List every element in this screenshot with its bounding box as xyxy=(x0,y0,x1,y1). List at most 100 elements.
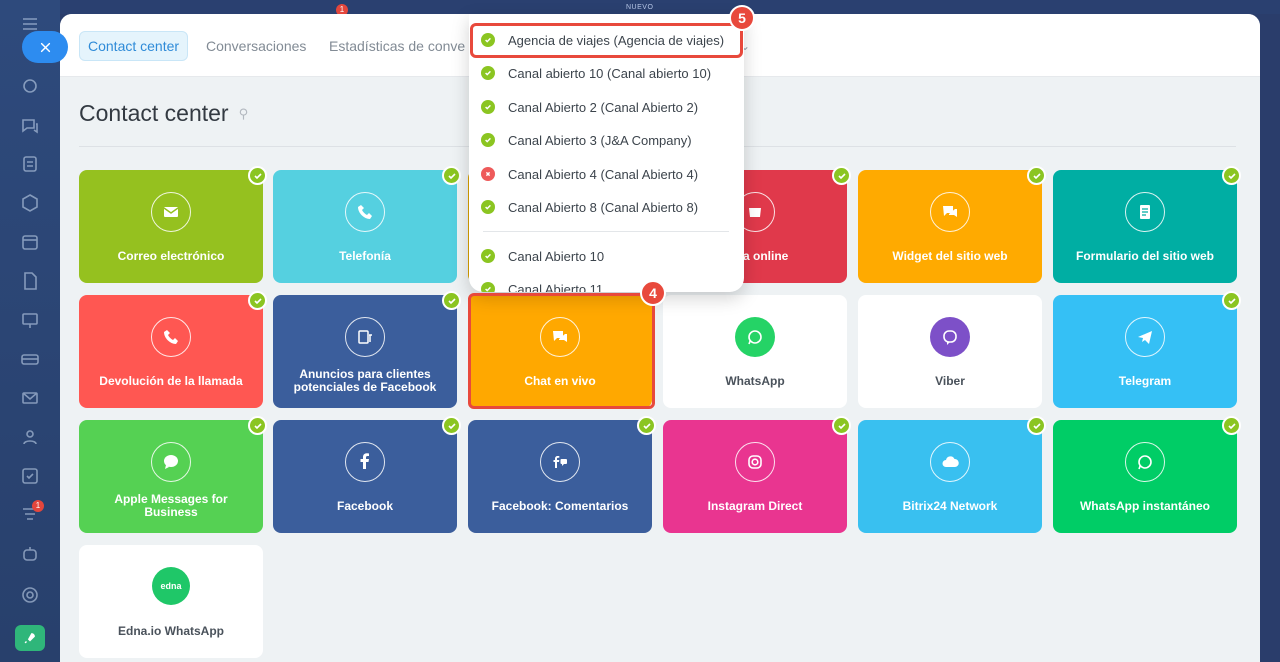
tile-label: Chat en vivo xyxy=(524,374,596,388)
instagram-icon xyxy=(735,442,775,482)
tab-conversaciones[interactable]: Conversaciones xyxy=(198,31,314,61)
tile-whatsapp[interactable]: WhatsApp xyxy=(663,295,847,408)
check-icon xyxy=(1222,291,1241,310)
dropdown-item-label: Canal Abierto 3 (J&A Company) xyxy=(508,132,692,148)
chat-icon xyxy=(540,317,580,357)
dropdown-item-label: Canal Abierto 4 (Canal Abierto 4) xyxy=(508,166,699,182)
pin-icon[interactable]: ⚲ xyxy=(239,106,249,122)
tile-label: WhatsApp xyxy=(725,374,785,388)
contacts-icon[interactable] xyxy=(20,427,40,447)
tile-label: Widget del sitio web xyxy=(892,249,1008,263)
tile-apple-messages[interactable]: Apple Messages for Business xyxy=(79,416,267,533)
form-icon xyxy=(1125,192,1165,232)
tile-viber[interactable]: Viber xyxy=(858,295,1042,408)
edna-logo-text: edna xyxy=(160,581,182,591)
crm-icon[interactable] xyxy=(20,193,40,213)
dropdown-item[interactable]: Canal Abierto 10 xyxy=(469,241,744,271)
dropdown-item-label: Canal Abierto 11 xyxy=(508,281,604,293)
edna-logo-icon: edna xyxy=(152,567,190,605)
tile-label: Edna.io WhatsApp xyxy=(118,624,224,638)
check-icon xyxy=(832,166,851,185)
callback-icon xyxy=(151,317,191,357)
status-ok-icon xyxy=(481,200,495,214)
tile-label: Facebook xyxy=(336,499,393,513)
annotation-step-5: 5 xyxy=(729,5,755,31)
check-icon xyxy=(832,416,851,435)
check-icon xyxy=(442,166,461,185)
check-icon xyxy=(442,416,461,435)
settings-icon[interactable] xyxy=(20,585,40,605)
tile-label: Apple Messages for Business xyxy=(114,492,228,519)
robot-icon[interactable] xyxy=(20,544,40,564)
rocket-icon[interactable] xyxy=(15,625,45,651)
phone-icon xyxy=(345,192,385,232)
tile-edna-whatsapp[interactable]: edna Edna.io WhatsApp xyxy=(79,545,263,658)
status-ok-icon xyxy=(481,133,495,147)
documents-icon[interactable] xyxy=(20,271,40,291)
chat-icon[interactable] xyxy=(20,116,40,136)
fb-leads-icon xyxy=(345,317,385,357)
dropdown-item-label: Canal Abierto 2 (Canal Abierto 2) xyxy=(508,99,699,115)
notification-badge: 1 xyxy=(32,500,44,512)
dropdown-item-label: Canal Abierto 8 (Canal Abierto 8) xyxy=(508,199,699,215)
telegram-icon xyxy=(1125,317,1165,357)
board-icon[interactable] xyxy=(20,310,40,330)
check-icon xyxy=(248,166,267,185)
calendar-icon[interactable] xyxy=(20,232,40,252)
tile-facebook-comentarios[interactable]: Facebook: Comentarios xyxy=(468,416,656,533)
check-icon xyxy=(637,416,656,435)
close-icon xyxy=(40,42,50,52)
status-ok-icon xyxy=(481,249,495,263)
mail-icon[interactable] xyxy=(20,388,40,408)
check-icon xyxy=(1027,166,1046,185)
dropdown-divider xyxy=(483,231,729,232)
tile-bitrix24-network[interactable]: Bitrix24 Network xyxy=(858,416,1046,533)
mail-icon xyxy=(151,192,191,232)
tile-label: Instagram Direct xyxy=(707,499,803,513)
close-button[interactable] xyxy=(22,31,68,63)
background-header: 1 NUEVO xyxy=(60,0,1280,16)
status-ok-icon xyxy=(481,282,495,292)
tab-estadisticas[interactable]: Estadísticas de conve xyxy=(321,31,473,61)
dropdown-item[interactable]: Canal Abierto 11 xyxy=(469,274,744,292)
dropdown-item[interactable]: Canal Abierto 3 (J&A Company) xyxy=(469,125,744,155)
tile-devolucion-llamada[interactable]: Devolución de la llamada xyxy=(79,291,267,408)
tile-label: Formulario del sitio web xyxy=(1075,249,1215,263)
tab-contact-center[interactable]: Contact center xyxy=(79,31,189,61)
channel-dropdown: Agencia de viajes (Agencia de viajes) Ca… xyxy=(469,14,744,292)
check-icon xyxy=(248,291,267,310)
tile-anuncios-facebook[interactable]: Anuncios para clientes potenciales de Fa… xyxy=(273,291,461,408)
dropdown-item[interactable]: Canal abierto 10 (Canal abierto 10) xyxy=(469,58,744,88)
tile-label: Correo electrónico xyxy=(117,249,225,263)
tile-whatsapp-instantaneo[interactable]: WhatsApp instantáneo xyxy=(1053,416,1241,533)
tile-label: Bitrix24 Network xyxy=(902,499,998,513)
sites-icon[interactable] xyxy=(20,349,40,369)
checklist-icon[interactable] xyxy=(20,466,40,486)
feed-icon[interactable] xyxy=(20,76,40,96)
viber-icon xyxy=(930,317,970,357)
dropdown-item-label: Agencia de viajes (Agencia de viajes) xyxy=(508,32,725,48)
tile-widget-sitio-web[interactable]: Widget del sitio web xyxy=(858,166,1046,283)
tile-formulario-sitio-web[interactable]: Formulario del sitio web xyxy=(1053,166,1241,283)
tile-facebook[interactable]: Facebook xyxy=(273,416,461,533)
status-ok-icon xyxy=(481,33,495,47)
dropdown-item[interactable]: Canal Abierto 2 (Canal Abierto 2) xyxy=(469,92,744,122)
apple-messages-icon xyxy=(151,442,191,482)
fb-comments-icon xyxy=(540,442,580,482)
annotation-step-4: 4 xyxy=(640,280,666,306)
check-icon xyxy=(442,291,461,310)
tile-label: Facebook: Comentarios xyxy=(491,499,629,513)
check-icon xyxy=(248,416,267,435)
tile-instagram-direct[interactable]: Instagram Direct xyxy=(663,416,851,533)
tile-label: Telegram xyxy=(1118,374,1172,388)
tile-chat-en-vivo[interactable]: Chat en vivo xyxy=(468,295,652,408)
tile-correo-electronico[interactable]: Correo electrónico xyxy=(79,166,267,283)
status-error-icon xyxy=(481,167,495,181)
tile-telegram[interactable]: Telegram xyxy=(1053,291,1241,408)
dropdown-item[interactable]: Canal Abierto 4 (Canal Abierto 4) xyxy=(469,159,744,189)
dropdown-item[interactable]: Canal Abierto 8 (Canal Abierto 8) xyxy=(469,192,744,222)
dropdown-item[interactable]: Agencia de viajes (Agencia de viajes) xyxy=(469,25,744,55)
tasks-icon[interactable] xyxy=(20,154,40,174)
whatsapp-icon xyxy=(735,317,775,357)
tile-telefonia[interactable]: Telefonía xyxy=(273,166,461,283)
